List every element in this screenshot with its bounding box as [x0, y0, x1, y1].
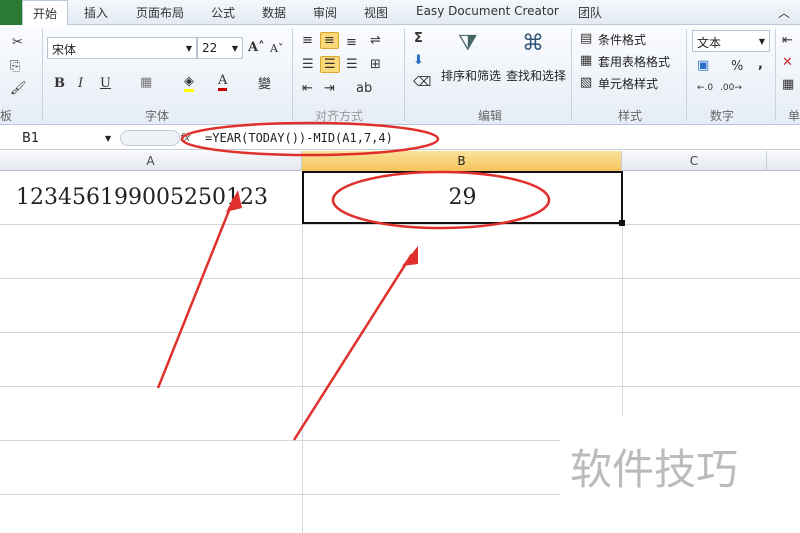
- annotation-overlay: [156, 121, 551, 441]
- arrow-to-b1: [292, 253, 414, 441]
- formula-highlight-ellipse: [180, 121, 440, 157]
- arrow-head-a1: [226, 190, 242, 212]
- arrow-to-a1: [156, 197, 236, 389]
- arrow-head-b1: [402, 246, 418, 266]
- result-highlight-ellipse: [331, 170, 551, 230]
